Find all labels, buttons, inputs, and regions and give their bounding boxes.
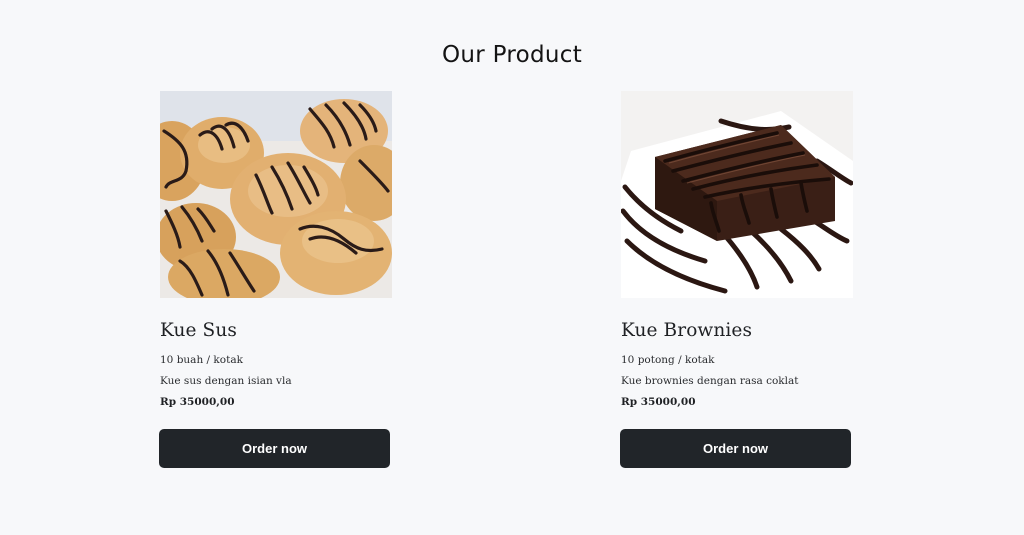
section-title: Our Product [441,42,583,68]
order-now-button[interactable]: Order now [620,429,851,468]
product-name: Kue Sus [160,320,237,341]
product-description: Kue brownies dengan rasa coklat [621,375,799,387]
product-card-kue-sus: Kue Sus 10 buah / kotak Kue sus dengan i… [159,91,392,468]
order-now-button[interactable]: Order now [159,429,390,468]
product-description: Kue sus dengan isian vla [160,375,292,387]
product-quantity: 10 potong / kotak [621,354,715,366]
product-price: Rp 35000,00 [160,396,235,408]
product-card-kue-brownies: Kue Brownies 10 potong / kotak Kue brown… [620,91,853,468]
product-name: Kue Brownies [621,320,753,341]
product-quantity: 10 buah / kotak [160,354,243,366]
brownie-image [621,91,853,298]
cream-puff-image [160,91,392,298]
product-price: Rp 35000,00 [621,396,696,408]
